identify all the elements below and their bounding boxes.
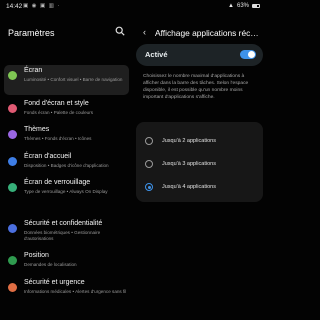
- item-title: Écran de verrouillage: [24, 179, 91, 186]
- status-bar: 14:42 ▣ ◉ ▣ ▥ · ▲ 63%: [0, 0, 266, 14]
- location-pin-icon: [8, 256, 17, 265]
- signal-icon: ▲: [228, 3, 234, 9]
- status-right: ▲ 63%: [228, 3, 260, 9]
- radio-button[interactable]: [145, 137, 153, 145]
- battery-percent: 63%: [236, 3, 249, 9]
- settings-item-securite-confidentialite[interactable]: Sécurité et confidentialité Données biom…: [4, 218, 129, 246]
- option-4-apps[interactable]: Jusqu'à 4 applications: [136, 178, 263, 198]
- option-2-apps[interactable]: Jusqu'à 2 applications: [136, 132, 263, 152]
- item-title: Fond d'écran et style: [24, 100, 89, 107]
- description-text: Choisissez le nombre maximal d'applicati…: [143, 74, 249, 101]
- option-label: Jusqu'à 4 applications: [162, 184, 216, 190]
- item-subtitle: Thèmes • Fonds d'écran • Icônes: [24, 136, 92, 141]
- item-title: Thèmes: [24, 126, 50, 133]
- options-card: Jusqu'à 2 applications Jusqu'à 3 applica…: [136, 122, 263, 202]
- settings-item-ecran-accueil[interactable]: Écran d'accueil Disposition • Badges d'i…: [4, 151, 129, 173]
- palette-icon: [8, 104, 17, 113]
- settings-list-pane: Paramètres Écran Luminosité • Confort vi…: [0, 14, 133, 320]
- settings-screen: 14:42 ▣ ◉ ▣ ▥ · ▲ 63% Paramètres Écran L…: [0, 0, 266, 320]
- enable-switch[interactable]: [240, 50, 256, 59]
- master-toggle-row[interactable]: Activé: [136, 44, 263, 66]
- item-subtitle: Fonds écran • Palette de couleurs: [24, 110, 94, 115]
- settings-item-ecran[interactable]: Écran Luminosité • Confort visuel • Barr…: [4, 65, 129, 95]
- option-label: Jusqu'à 2 applications: [162, 138, 216, 144]
- radio-button[interactable]: [145, 160, 153, 168]
- option-label: Jusqu'à 3 applications: [162, 161, 216, 167]
- emergency-icon: [8, 283, 17, 292]
- detail-pane: ‹ Affichage applications réc… Activé Cho…: [133, 14, 266, 320]
- settings-item-securite-urgence[interactable]: Sécurité et urgence Informations médical…: [4, 277, 129, 305]
- shield-icon: [8, 224, 17, 233]
- detail-title: Affichage applications réc…: [155, 28, 259, 38]
- item-subtitle: Type de verrouillage • Always On Display: [24, 189, 108, 194]
- radio-button-selected[interactable]: [145, 183, 153, 191]
- lock-icon: [8, 183, 17, 192]
- settings-item-themes[interactable]: Thèmes Thèmes • Fonds d'écran • Icônes: [4, 124, 129, 146]
- notification-icons: ▣ ◉ ▣ ▥ ·: [23, 3, 61, 9]
- item-title: Écran d'accueil: [24, 153, 72, 160]
- item-title: Sécurité et confidentialité: [24, 220, 103, 227]
- item-subtitle: Disposition • Badges d'icône d'applicati…: [24, 163, 109, 168]
- sun-icon: [8, 71, 17, 80]
- battery-icon: [252, 4, 260, 8]
- home-icon: [8, 157, 17, 166]
- back-arrow-icon[interactable]: ‹: [143, 27, 146, 37]
- status-time: 14:42: [6, 3, 23, 10]
- item-title: Sécurité et urgence: [24, 279, 85, 286]
- brush-icon: [8, 130, 17, 139]
- settings-item-fond-ecran[interactable]: Fond d'écran et style Fonds écran • Pale…: [4, 98, 129, 120]
- item-subtitle: Informations médicales • Alertes d'urgen…: [24, 289, 127, 294]
- item-subtitle: Données biométriques • Gestionnaire d'au…: [24, 230, 101, 241]
- search-icon[interactable]: [115, 26, 125, 36]
- item-title: Écran: [24, 67, 43, 74]
- page-title: Paramètres: [8, 28, 55, 38]
- settings-item-position[interactable]: Position Demandes de localisation: [4, 250, 129, 272]
- switch-knob: [248, 51, 255, 58]
- settings-item-ecran-verrouillage[interactable]: Écran de verrouillage Type de verrouilla…: [4, 177, 129, 199]
- item-subtitle: Luminosité • Confort visuel • Barre de n…: [24, 77, 123, 82]
- toggle-label: Activé: [145, 50, 168, 59]
- item-subtitle: Demandes de localisation: [24, 262, 77, 267]
- item-title: Position: [24, 252, 49, 259]
- option-3-apps[interactable]: Jusqu'à 3 applications: [136, 155, 263, 175]
